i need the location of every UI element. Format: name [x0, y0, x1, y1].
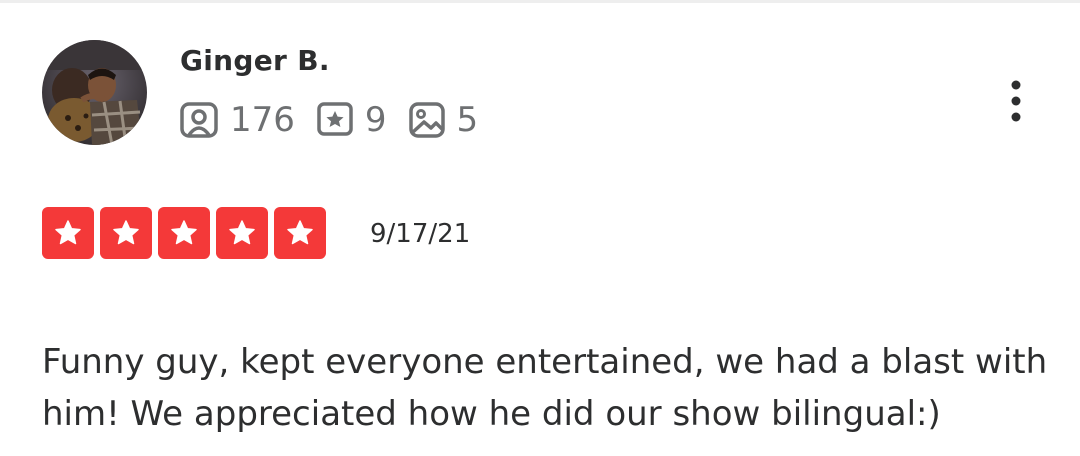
user-avatar[interactable]: [42, 40, 147, 145]
photos-count: 5: [456, 100, 479, 140]
star-rating: [42, 207, 332, 259]
star-icon: [287, 220, 313, 245]
rating-star: [274, 207, 326, 259]
photos-stat: 5: [408, 100, 479, 140]
more-options-button[interactable]: [990, 76, 1042, 128]
friends-count: 176: [230, 100, 295, 140]
rating-star: [158, 207, 210, 259]
user-name[interactable]: Ginger B.: [180, 44, 330, 77]
rating-star: [100, 207, 152, 259]
reviews-stat: 9: [317, 102, 387, 138]
star-icon: [55, 220, 81, 245]
star-icon: [229, 220, 255, 245]
reviews-count: 9: [364, 100, 387, 140]
reviews-star-icon: [317, 102, 353, 136]
photos-icon: [408, 102, 445, 138]
more-vertical-icon: [1011, 80, 1021, 122]
review-text: Funny guy, kept everyone entertained, we…: [42, 342, 1048, 434]
friends-icon: [180, 102, 218, 138]
review-date: 9/17/21: [370, 219, 471, 249]
rating-star: [42, 207, 94, 259]
friends-stat: 176: [180, 102, 295, 138]
star-icon: [171, 220, 197, 245]
review-card: Ginger B. 176 9 5 9/17/21 Funny guy, kep…: [0, 0, 1080, 456]
top-divider: [0, 0, 1080, 3]
star-icon: [113, 220, 139, 245]
user-stats: 176 9 5: [180, 98, 500, 142]
rating-star: [216, 207, 268, 259]
